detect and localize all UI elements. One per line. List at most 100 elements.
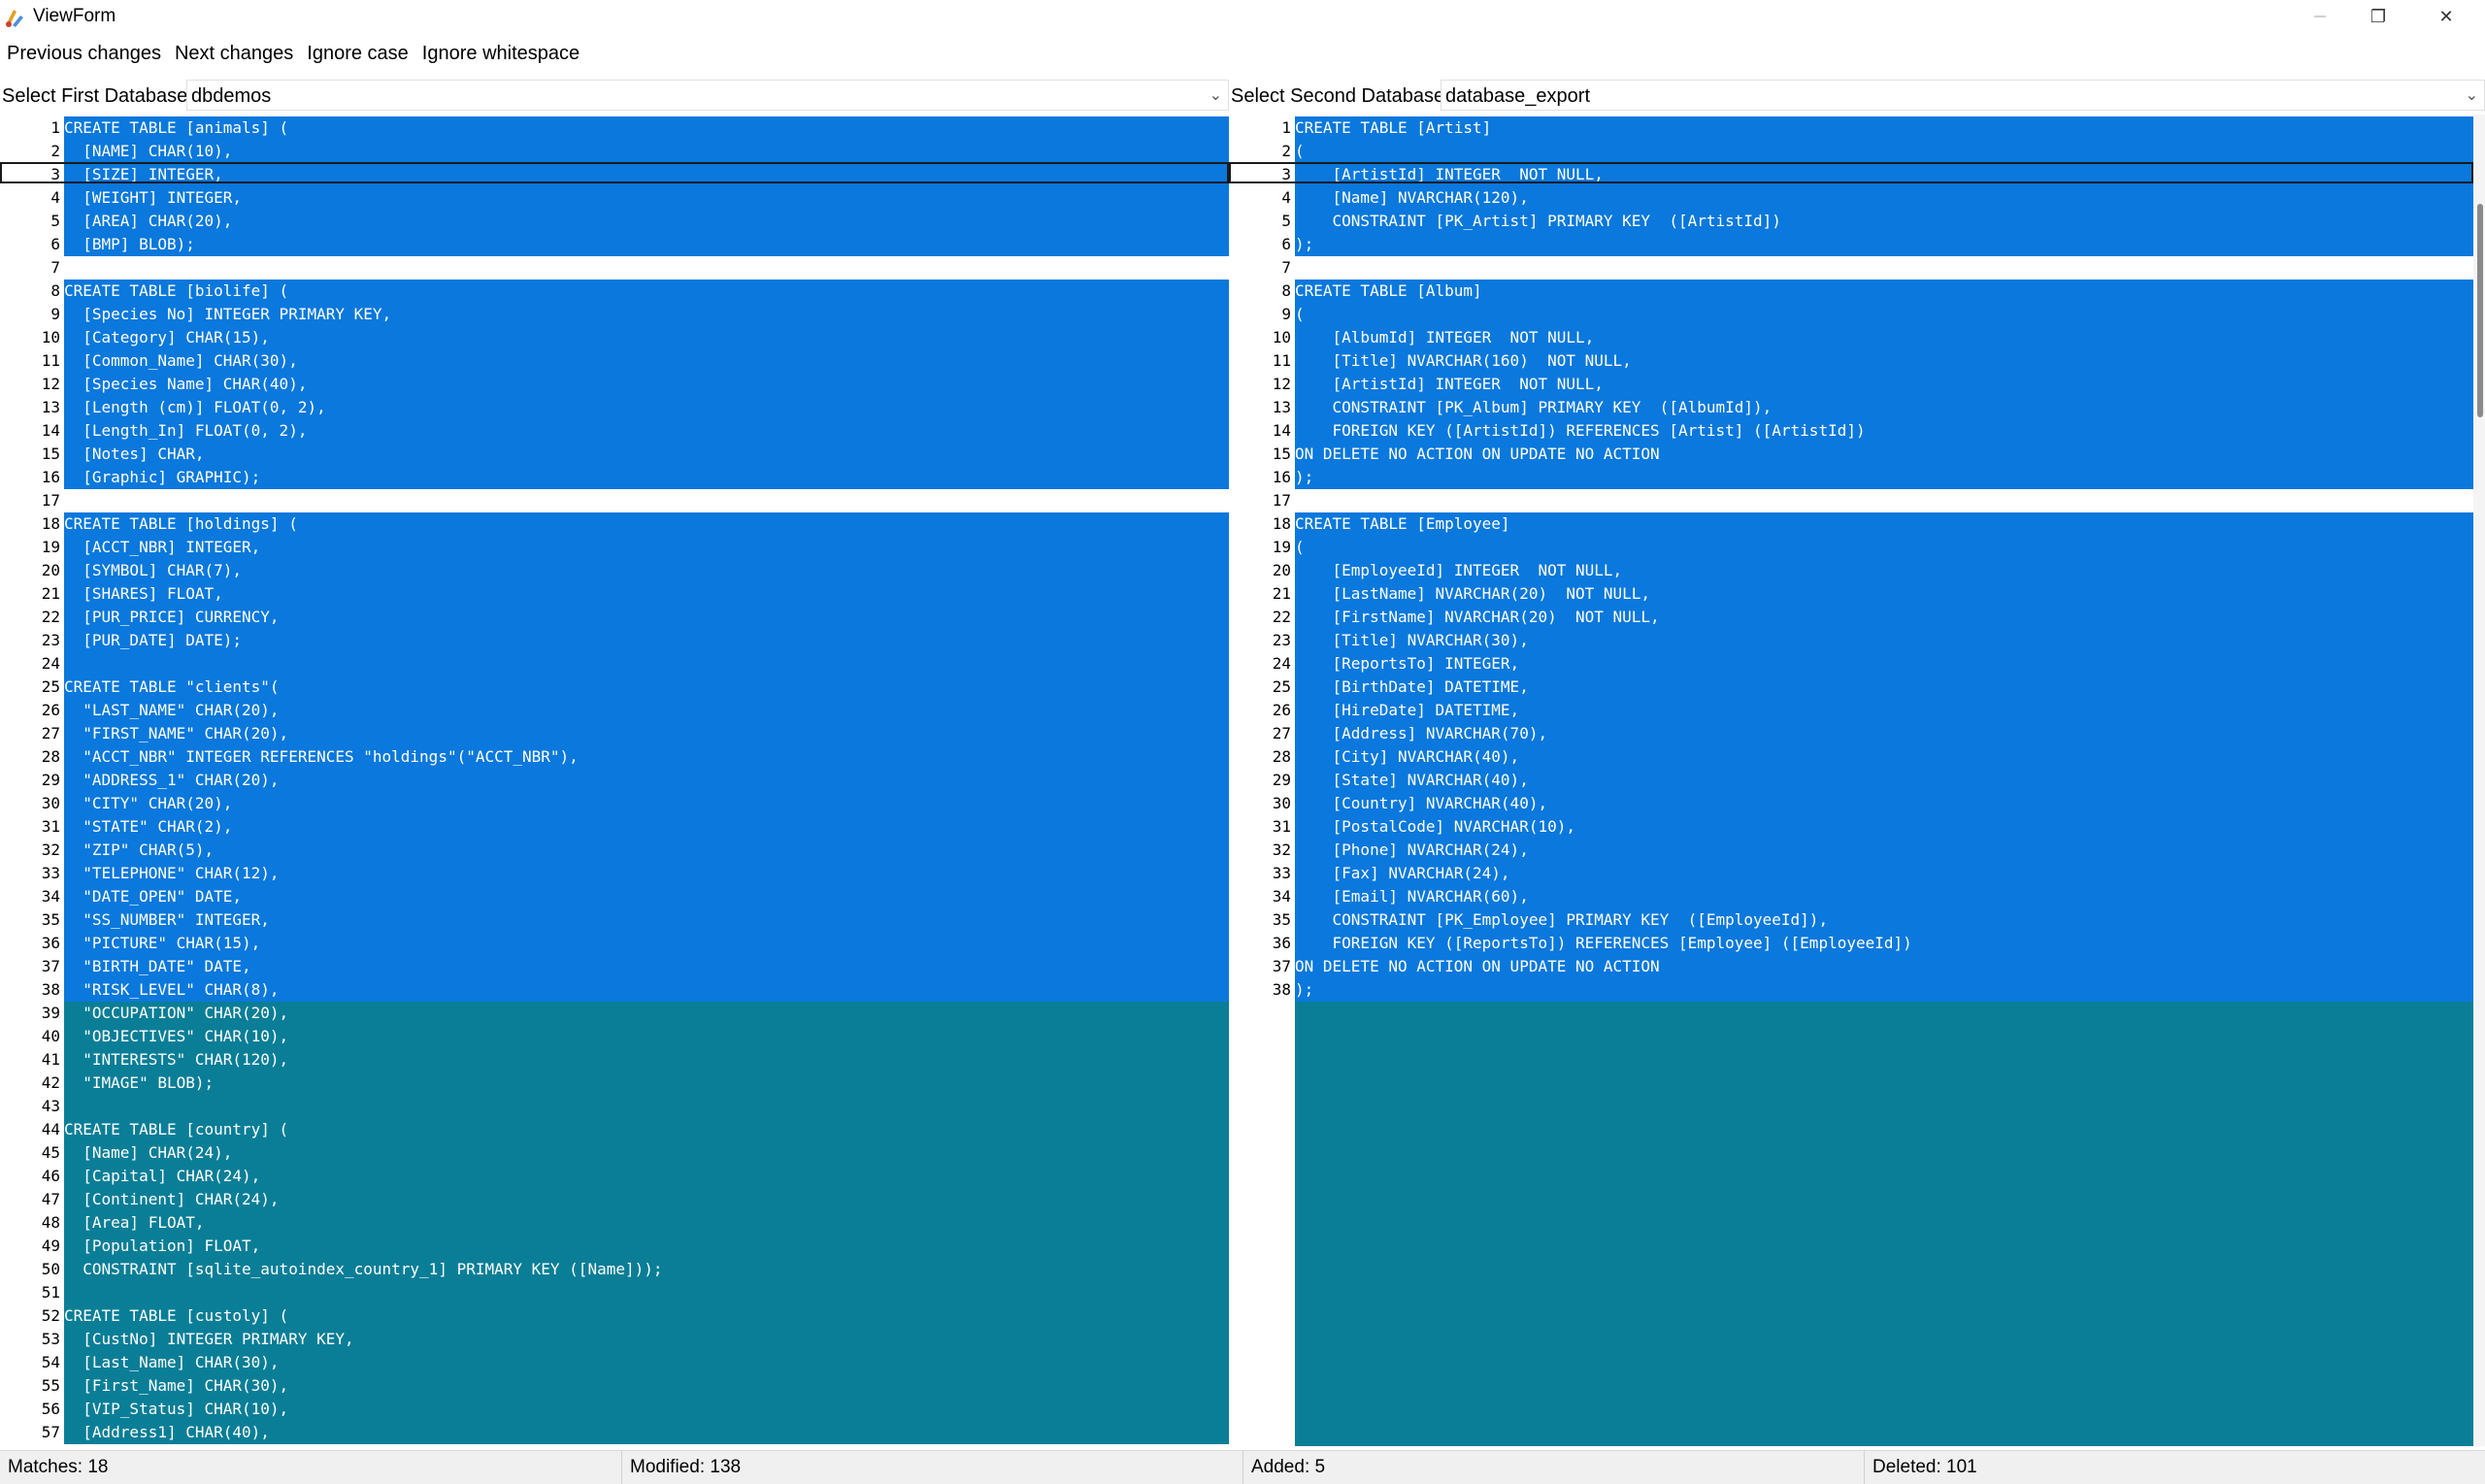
code-line[interactable]: CREATE TABLE [Album] <box>1295 280 2473 303</box>
code-line[interactable]: [Title] NVARCHAR(30), <box>1295 629 2473 652</box>
code-line[interactable]: [Title] NVARCHAR(160) NOT NULL, <box>1295 349 2473 373</box>
code-line[interactable]: ); <box>1295 466 2473 489</box>
code-line[interactable] <box>64 256 1229 280</box>
code-line[interactable]: [Common_Name] CHAR(30), <box>64 349 1229 373</box>
code-line[interactable]: CREATE TABLE "clients"( <box>64 676 1229 699</box>
code-line[interactable]: [Capital] CHAR(24), <box>64 1165 1229 1188</box>
code-line[interactable]: CREATE TABLE [biolife] ( <box>64 280 1229 303</box>
code-line[interactable]: [AlbumId] INTEGER NOT NULL, <box>1295 326 2473 349</box>
second-database-select[interactable]: database_export ⌄ <box>1441 80 2485 111</box>
code-line[interactable]: [Length (cm)] FLOAT(0, 2), <box>64 396 1229 419</box>
code-line[interactable]: ( <box>1295 140 2473 163</box>
code-line[interactable]: [Species No] INTEGER PRIMARY KEY, <box>64 303 1229 326</box>
right-code-area[interactable]: CREATE TABLE [Artist]( [ArtistId] INTEGE… <box>1295 115 2473 1446</box>
code-line[interactable]: [NAME] CHAR(10), <box>64 140 1229 163</box>
left-code-area[interactable]: CREATE TABLE [animals] ( [NAME] CHAR(10)… <box>64 115 1229 1446</box>
code-line[interactable]: CONSTRAINT [sqlite_autoindex_country_1] … <box>64 1258 1229 1281</box>
code-line[interactable]: [State] NVARCHAR(40), <box>1295 769 2473 792</box>
code-line[interactable]: FOREIGN KEY ([ArtistId]) REFERENCES [Art… <box>1295 419 2473 443</box>
code-line[interactable]: "IMAGE" BLOB); <box>64 1072 1229 1095</box>
code-line[interactable]: [ACCT_NBR] INTEGER, <box>64 536 1229 559</box>
code-line[interactable]: [BMP] BLOB); <box>64 233 1229 256</box>
menu-ignore-whitespace[interactable]: Ignore whitespace <box>415 39 586 68</box>
code-line[interactable]: [Category] CHAR(15), <box>64 326 1229 349</box>
code-line[interactable]: ( <box>1295 303 2473 326</box>
code-line[interactable]: CONSTRAINT [PK_Album] PRIMARY KEY ([Albu… <box>1295 396 2473 419</box>
code-line[interactable] <box>64 652 1229 676</box>
restore-button[interactable]: ❐ <box>2349 0 2407 33</box>
code-line[interactable]: [First_Name] CHAR(30), <box>64 1374 1229 1398</box>
first-database-select[interactable]: dbdemos ⌄ <box>186 80 1229 111</box>
code-line[interactable]: [Species Name] CHAR(40), <box>64 373 1229 396</box>
code-line[interactable]: [Email] NVARCHAR(60), <box>1295 885 2473 908</box>
code-line[interactable]: "LAST_NAME" CHAR(20), <box>64 699 1229 722</box>
code-line[interactable]: "ACCT_NBR" INTEGER REFERENCES "holdings"… <box>64 745 1229 769</box>
code-line[interactable]: [AREA] CHAR(20), <box>64 210 1229 233</box>
code-line[interactable]: "FIRST_NAME" CHAR(20), <box>64 722 1229 745</box>
code-line[interactable]: "ZIP" CHAR(5), <box>64 839 1229 862</box>
code-line[interactable]: "OBJECTIVES" CHAR(10), <box>64 1025 1229 1048</box>
code-line[interactable]: "DATE_OPEN" DATE, <box>64 885 1229 908</box>
code-line[interactable]: [ArtistId] INTEGER NOT NULL, <box>1295 163 2473 186</box>
menu-previous-changes[interactable]: Previous changes <box>0 39 168 68</box>
scrollbar-thumb[interactable] <box>2477 204 2483 417</box>
code-line[interactable]: ( <box>1295 536 2473 559</box>
code-line[interactable] <box>1295 489 2473 512</box>
code-line[interactable]: [PUR_DATE] DATE); <box>64 629 1229 652</box>
code-line[interactable] <box>64 1281 1229 1304</box>
code-line[interactable]: [Graphic] GRAPHIC); <box>64 466 1229 489</box>
code-line[interactable]: CREATE TABLE [Artist] <box>1295 116 2473 140</box>
code-line[interactable]: ); <box>1295 978 2473 1002</box>
code-line[interactable]: [SYMBOL] CHAR(7), <box>64 559 1229 582</box>
code-line[interactable]: [Phone] NVARCHAR(24), <box>1295 839 2473 862</box>
left-diff-pane[interactable]: 1 2 3 4 5 6 7 8 9 10 11 12 13 14 15 16 17 18 19 20 21 22 23 24 2… <box>0 115 1229 1446</box>
code-line[interactable]: [LastName] NVARCHAR(20) NOT NULL, <box>1295 582 2473 606</box>
right-vertical-scrollbar[interactable] <box>2473 115 2485 1446</box>
code-line[interactable] <box>64 1095 1229 1118</box>
code-line[interactable]: [WEIGHT] INTEGER, <box>64 186 1229 210</box>
code-line[interactable]: "SS_NUMBER" INTEGER, <box>64 908 1229 932</box>
code-line[interactable]: [City] NVARCHAR(40), <box>1295 745 2473 769</box>
code-line[interactable]: ON DELETE NO ACTION ON UPDATE NO ACTION <box>1295 955 2473 978</box>
code-line[interactable]: "INTERESTS" CHAR(120), <box>64 1048 1229 1072</box>
code-line[interactable] <box>64 489 1229 512</box>
code-line[interactable]: CREATE TABLE [country] ( <box>64 1118 1229 1141</box>
menu-next-changes[interactable]: Next changes <box>168 39 300 68</box>
code-line[interactable]: CREATE TABLE [Employee] <box>1295 512 2473 536</box>
code-line[interactable]: [BirthDate] DATETIME, <box>1295 676 2473 699</box>
code-line[interactable]: CREATE TABLE [animals] ( <box>64 116 1229 140</box>
code-line[interactable]: CREATE TABLE [holdings] ( <box>64 512 1229 536</box>
code-line[interactable]: "ADDRESS_1" CHAR(20), <box>64 769 1229 792</box>
minimize-button[interactable] <box>2291 0 2349 33</box>
code-line[interactable]: FOREIGN KEY ([ReportsTo]) REFERENCES [Em… <box>1295 932 2473 955</box>
code-line[interactable]: [CustNo] INTEGER PRIMARY KEY, <box>64 1328 1229 1351</box>
code-line[interactable]: [EmployeeId] INTEGER NOT NULL, <box>1295 559 2473 582</box>
code-line[interactable]: [Address1] CHAR(40), <box>64 1421 1229 1444</box>
code-line[interactable]: [Length_In] FLOAT(0, 2), <box>64 419 1229 443</box>
code-line[interactable] <box>1295 256 2473 280</box>
code-line[interactable]: CREATE TABLE [custoly] ( <box>64 1304 1229 1328</box>
code-line[interactable]: [SIZE] INTEGER, <box>64 163 1229 186</box>
code-line[interactable]: [Fax] NVARCHAR(24), <box>1295 862 2473 885</box>
code-line[interactable]: [Population] FLOAT, <box>64 1235 1229 1258</box>
code-line[interactable]: [Continent] CHAR(24), <box>64 1188 1229 1211</box>
code-line[interactable]: [Name] CHAR(24), <box>64 1141 1229 1165</box>
code-line[interactable]: [SHARES] FLOAT, <box>64 582 1229 606</box>
code-line[interactable]: [Name] NVARCHAR(120), <box>1295 186 2473 210</box>
close-button[interactable]: ✕ <box>2417 0 2475 33</box>
code-line[interactable]: [PUR_PRICE] CURRENCY, <box>64 606 1229 629</box>
code-line[interactable]: "RISK_LEVEL" CHAR(8), <box>64 978 1229 1002</box>
code-line[interactable]: [Notes] CHAR, <box>64 443 1229 466</box>
code-line[interactable]: [Country] NVARCHAR(40), <box>1295 792 2473 815</box>
code-line[interactable]: [Address] NVARCHAR(70), <box>1295 722 2473 745</box>
code-line[interactable]: CONSTRAINT [PK_Employee] PRIMARY KEY ([E… <box>1295 908 2473 932</box>
code-line[interactable]: "TELEPHONE" CHAR(12), <box>64 862 1229 885</box>
code-line[interactable]: [HireDate] DATETIME, <box>1295 699 2473 722</box>
code-line[interactable]: [FirstName] NVARCHAR(20) NOT NULL, <box>1295 606 2473 629</box>
code-line[interactable]: CONSTRAINT [PK_Artist] PRIMARY KEY ([Art… <box>1295 210 2473 233</box>
code-line[interactable]: "OCCUPATION" CHAR(20), <box>64 1002 1229 1025</box>
menu-ignore-case[interactable]: Ignore case <box>300 39 415 68</box>
code-line[interactable]: "STATE" CHAR(2), <box>64 815 1229 839</box>
code-line[interactable]: "BIRTH_DATE" DATE, <box>64 955 1229 978</box>
code-line[interactable]: [ArtistId] INTEGER NOT NULL, <box>1295 373 2473 396</box>
